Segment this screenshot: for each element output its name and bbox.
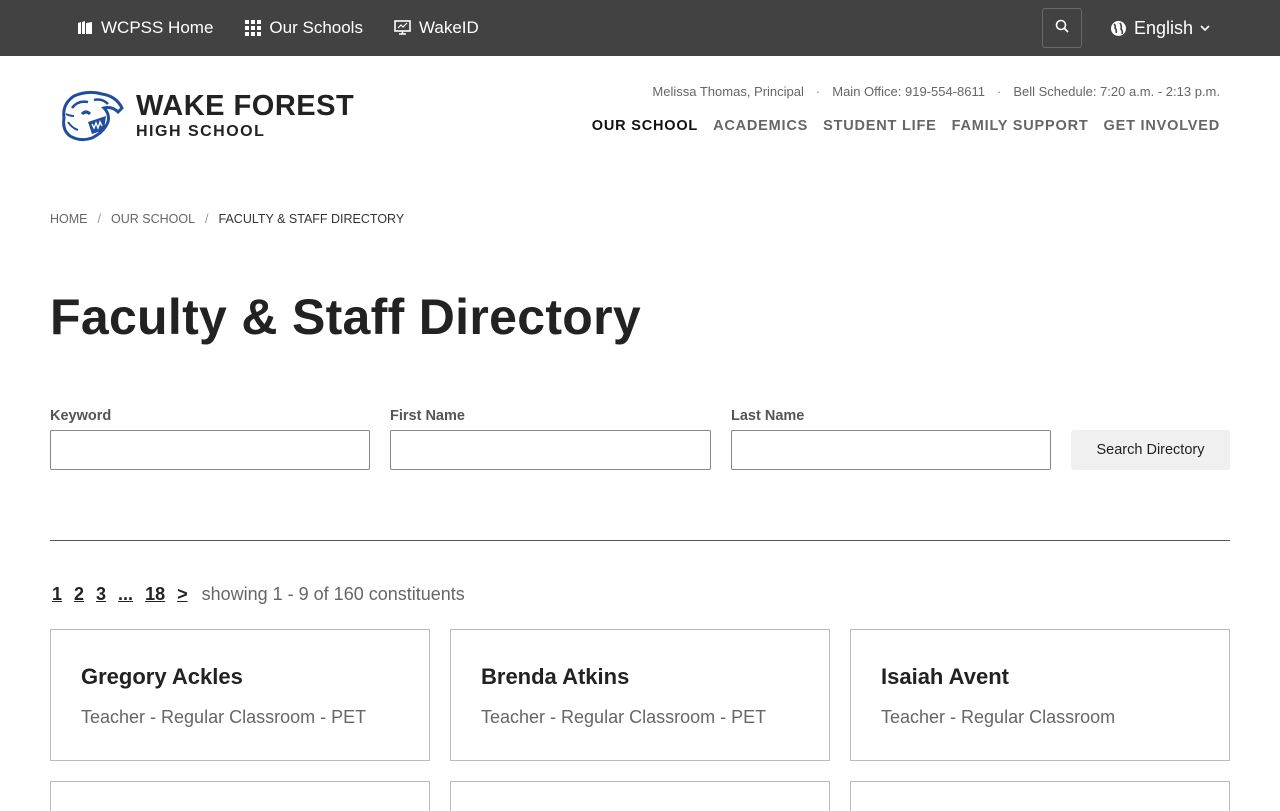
page-link-1[interactable]: 1 bbox=[52, 584, 62, 605]
wakeid-link[interactable]: WakeID bbox=[394, 18, 479, 38]
staff-role: Teacher - Regular Classroom bbox=[881, 707, 1116, 727]
school-name-line1: WAKE FOREST bbox=[136, 90, 355, 122]
last-name-input[interactable] bbox=[731, 430, 1051, 470]
pagination: 1 2 3 ... 18 > showing 1 - 9 of 160 cons… bbox=[52, 584, 465, 605]
breadcrumb-current: FACULTY & STAFF DIRECTORY bbox=[218, 212, 405, 226]
last-name-label: Last Name bbox=[731, 408, 805, 424]
separator-dot: · bbox=[815, 83, 821, 99]
school-info-line: Melissa Thomas, Principal · Main Office:… bbox=[652, 82, 1220, 100]
bell-schedule-link[interactable]: Bell Schedule: 7:20 a.m. - 2:13 p.m. bbox=[1013, 84, 1220, 99]
nav-family-support[interactable]: FAMILY SUPPORT bbox=[952, 118, 1089, 134]
wcpss-home-link[interactable]: WCPSS Home bbox=[76, 18, 213, 38]
school-name-line2: HIGH SCHOOL bbox=[136, 123, 266, 140]
staff-card-partial[interactable] bbox=[50, 781, 430, 811]
staff-name[interactable]: Gregory Ackles bbox=[81, 664, 243, 690]
panther-logo[interactable] bbox=[58, 88, 128, 144]
first-name-field-group: First Name bbox=[390, 408, 711, 470]
utility-bar: WCPSS Home Our Schools WakeID English bbox=[0, 0, 1280, 56]
page-link-3[interactable]: 3 bbox=[96, 584, 106, 605]
staff-card[interactable]: Brenda Atkins Teacher - Regular Classroo… bbox=[450, 629, 830, 761]
chevron-down-icon bbox=[1200, 24, 1210, 32]
main-navigation: OUR SCHOOL ACADEMICS STUDENT LIFE FAMILY… bbox=[577, 118, 1220, 134]
staff-card[interactable]: Isaiah Avent Teacher - Regular Classroom bbox=[850, 629, 1230, 761]
language-selector[interactable]: English bbox=[1110, 0, 1210, 56]
page-link-ellipsis[interactable]: ... bbox=[118, 584, 133, 605]
nav-academics[interactable]: ACADEMICS bbox=[713, 118, 808, 134]
search-icon bbox=[1055, 19, 1069, 38]
page-link-18[interactable]: 18 bbox=[145, 584, 165, 605]
keyword-input[interactable] bbox=[50, 430, 370, 470]
page-title: Faculty & Staff Directory bbox=[50, 289, 641, 345]
staff-name[interactable]: Brenda Atkins bbox=[481, 664, 629, 690]
divider bbox=[50, 540, 1230, 541]
our-schools-label: Our Schools bbox=[269, 18, 363, 37]
breadcrumb-separator: / bbox=[97, 212, 101, 226]
keyword-label: Keyword bbox=[50, 408, 112, 424]
breadcrumb-our-school[interactable]: OUR SCHOOL bbox=[111, 212, 195, 226]
first-name-input[interactable] bbox=[390, 430, 711, 470]
language-label: English bbox=[1134, 17, 1194, 38]
search-directory-button[interactable]: Search Directory bbox=[1071, 430, 1230, 470]
breadcrumb: HOME / OUR SCHOOL / FACULTY & STAFF DIRE… bbox=[50, 212, 404, 226]
nav-our-school[interactable]: OUR SCHOOL bbox=[592, 118, 698, 134]
utility-links: WCPSS Home Our Schools WakeID bbox=[76, 0, 510, 56]
wcpss-home-label: WCPSS Home bbox=[101, 18, 214, 37]
breadcrumb-separator: / bbox=[205, 212, 209, 226]
staff-role: Teacher - Regular Classroom - PET bbox=[81, 707, 367, 727]
our-schools-link[interactable]: Our Schools bbox=[244, 18, 363, 38]
breadcrumb-home[interactable]: HOME bbox=[50, 212, 88, 226]
wcpss-logo-icon bbox=[76, 19, 94, 37]
staff-card[interactable]: Gregory Ackles Teacher - Regular Classro… bbox=[50, 629, 430, 761]
staff-card-partial[interactable] bbox=[450, 781, 830, 811]
main-office-link[interactable]: Main Office: 919-554-8611 bbox=[832, 84, 985, 99]
site-search-button[interactable] bbox=[1042, 8, 1082, 48]
keyword-field-group: Keyword bbox=[50, 408, 370, 470]
results-count: showing 1 - 9 of 160 constituents bbox=[201, 584, 465, 604]
staff-card-partial[interactable] bbox=[850, 781, 1230, 811]
staff-role: Teacher - Regular Classroom - PET bbox=[481, 707, 767, 727]
last-name-field-group: Last Name bbox=[731, 408, 1051, 470]
separator-dot: · bbox=[996, 83, 1002, 99]
monitor-icon bbox=[394, 19, 412, 37]
nav-student-life[interactable]: STUDENT LIFE bbox=[823, 118, 937, 134]
principal-info: Melissa Thomas, Principal bbox=[652, 83, 804, 99]
globe-icon bbox=[1110, 20, 1127, 37]
grid-icon bbox=[244, 19, 262, 37]
next-page-link[interactable]: > bbox=[177, 584, 188, 605]
staff-name[interactable]: Isaiah Avent bbox=[881, 664, 1009, 690]
wakeid-label: WakeID bbox=[418, 18, 479, 37]
nav-get-involved[interactable]: GET INVOLVED bbox=[1104, 118, 1220, 134]
page-link-2[interactable]: 2 bbox=[74, 584, 84, 605]
school-name[interactable]: WAKE FOREST HIGH SCHOOL bbox=[136, 90, 354, 142]
first-name-label: First Name bbox=[390, 408, 465, 424]
